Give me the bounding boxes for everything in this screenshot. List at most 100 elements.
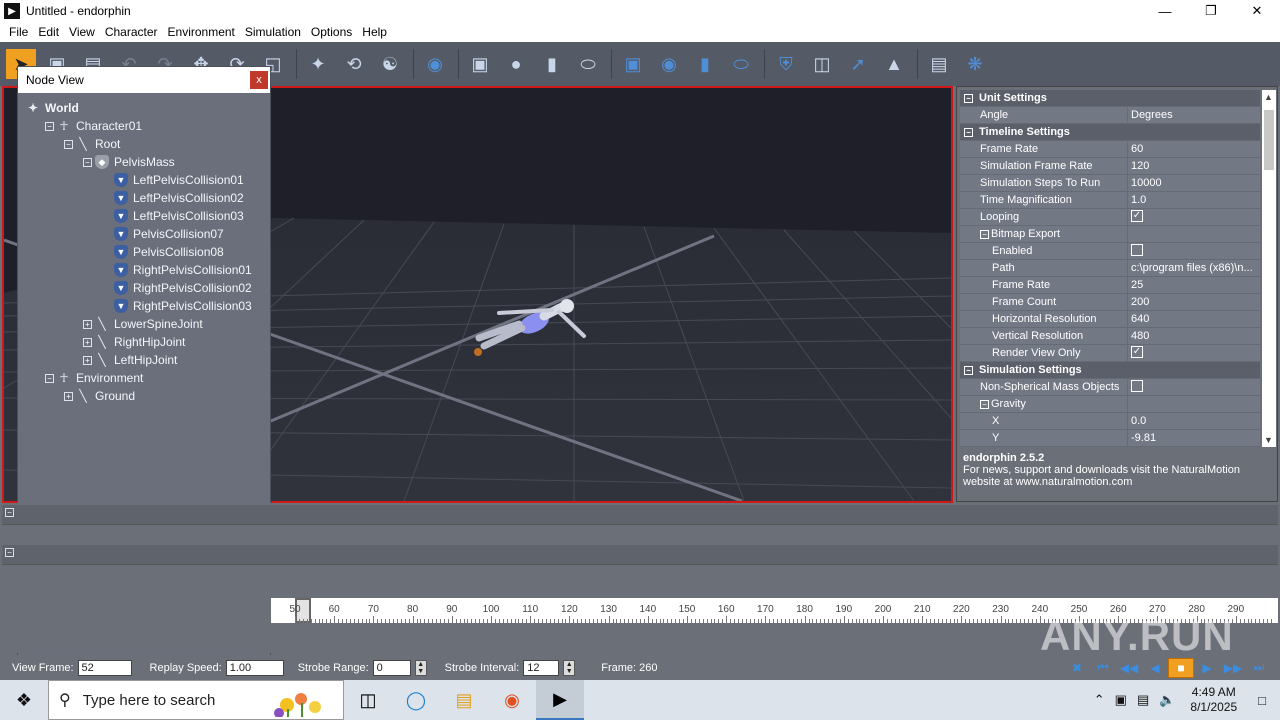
- move-joint-icon[interactable]: ✦: [303, 49, 333, 79]
- node-view-close-button[interactable]: x: [250, 71, 268, 89]
- tree-node[interactable]: ▼ LeftPelvisCollision02: [18, 189, 270, 207]
- property-row[interactable]: Non-Spherical Mass Objects: [960, 379, 1260, 396]
- collision-cylinder-icon[interactable]: ▮: [690, 49, 720, 79]
- property-value[interactable]: ✓: [1128, 209, 1260, 225]
- timeline-track-row[interactable]: −: [2, 505, 1278, 525]
- property-value[interactable]: 200: [1128, 294, 1260, 310]
- windows-start-icon[interactable]: ❖: [0, 680, 48, 720]
- property-row[interactable]: Horizontal Resolution 640: [960, 311, 1260, 328]
- tree-expander[interactable]: −: [64, 139, 73, 149]
- property-row[interactable]: Frame Rate 25: [960, 277, 1260, 294]
- collision-sphere-icon[interactable]: ◉: [654, 49, 684, 79]
- menu-file[interactable]: File: [4, 22, 33, 42]
- tree-node[interactable]: − ◆ PelvisMass: [18, 153, 270, 171]
- category-collapse-icon[interactable]: −: [964, 94, 973, 103]
- tree-node[interactable]: ▼ RightPelvisCollision03: [18, 297, 270, 315]
- property-row[interactable]: Enabled: [960, 243, 1260, 260]
- timeline-track-row[interactable]: −: [2, 545, 1278, 565]
- tree-expander[interactable]: +: [83, 337, 92, 347]
- tree-expander[interactable]: −: [45, 373, 54, 383]
- property-value[interactable]: 480: [1128, 328, 1260, 344]
- task-view-icon[interactable]: ◫: [344, 680, 392, 720]
- tree-node[interactable]: ▼ PelvisCollision08: [18, 243, 270, 261]
- property-checkbox[interactable]: [1131, 244, 1143, 257]
- taskbar-search-box[interactable]: ⚲ Type here to search: [48, 680, 344, 720]
- property-value[interactable]: 60: [1128, 141, 1260, 157]
- minimize-button[interactable]: —: [1142, 0, 1188, 22]
- strobe-range-field[interactable]: 0: [372, 659, 411, 676]
- category-collapse-icon[interactable]: −: [980, 230, 989, 239]
- strobe-range-spinner[interactable]: ▲ ▼: [414, 659, 427, 676]
- maximize-button[interactable]: ❐: [1188, 0, 1234, 22]
- network-icon[interactable]: ▤: [1137, 692, 1149, 708]
- pin-icon[interactable]: ➚: [843, 49, 873, 79]
- shield-icon[interactable]: ⛨: [771, 49, 801, 79]
- property-value[interactable]: 640: [1128, 311, 1260, 327]
- property-row[interactable]: Time Magnification 1.0: [960, 192, 1260, 209]
- tree-node[interactable]: ▼ LeftPelvisCollision03: [18, 207, 270, 225]
- property-row[interactable]: Path c:\program files (x86)\n...: [960, 260, 1260, 277]
- chevron-up-icon[interactable]: ⌃: [1094, 692, 1105, 708]
- property-row[interactable]: − Gravity: [960, 396, 1260, 413]
- property-row[interactable]: Simulation Steps To Run 10000: [960, 175, 1260, 192]
- property-category[interactable]: − Unit Settings: [960, 90, 1260, 107]
- volume-icon[interactable]: 🔈: [1159, 692, 1175, 708]
- tree-node[interactable]: + ╲ LeftHipJoint: [18, 351, 270, 369]
- property-value[interactable]: 1.0: [1128, 192, 1260, 208]
- tree-expander[interactable]: +: [64, 391, 73, 401]
- tree-node[interactable]: + ╲ RightHipJoint: [18, 333, 270, 351]
- property-row[interactable]: Angle Degrees: [960, 107, 1260, 124]
- constraint-icon[interactable]: ▲: [879, 49, 909, 79]
- clock[interactable]: 4:49 AM 8/1/2025: [1190, 685, 1237, 715]
- tree-node[interactable]: − ╲ Root: [18, 135, 270, 153]
- property-category[interactable]: − Timeline Settings: [960, 124, 1260, 141]
- property-value[interactable]: 120: [1128, 158, 1260, 174]
- menu-simulation[interactable]: Simulation: [240, 22, 306, 42]
- tree-node[interactable]: ✦ World: [18, 99, 270, 117]
- collision-box-icon[interactable]: ▣: [618, 49, 648, 79]
- endorphin-taskbar-icon[interactable]: ▶: [536, 680, 584, 720]
- go-to-end-icon[interactable]: ⏭: [1246, 658, 1272, 678]
- property-row[interactable]: Looping ✓: [960, 209, 1260, 226]
- property-value[interactable]: -9.81: [1128, 430, 1260, 446]
- behaviour-icon[interactable]: ❋: [960, 49, 990, 79]
- hardware-icon[interactable]: ▣: [1115, 692, 1127, 708]
- tree-node[interactable]: − ☥ Character01: [18, 117, 270, 135]
- menu-options[interactable]: Options: [306, 22, 357, 42]
- property-value[interactable]: 25: [1128, 277, 1260, 293]
- property-value[interactable]: ✓: [1128, 345, 1260, 361]
- property-row[interactable]: Render View Only ✓: [960, 345, 1260, 362]
- property-category[interactable]: − Simulation Settings: [960, 362, 1260, 379]
- tree-expander[interactable]: −: [45, 121, 54, 131]
- tree-node[interactable]: ▼ RightPelvisCollision02: [18, 279, 270, 297]
- strobe-interval-field[interactable]: 12: [523, 659, 560, 676]
- capsule-icon[interactable]: ⬭: [573, 49, 603, 79]
- file-explorer-icon[interactable]: ▤: [440, 680, 488, 720]
- property-value[interactable]: [1128, 379, 1260, 395]
- close-button[interactable]: ✕: [1234, 0, 1280, 22]
- cylinder-icon[interactable]: ▮: [537, 49, 567, 79]
- tree-expander[interactable]: +: [83, 355, 92, 365]
- property-checkbox[interactable]: [1131, 380, 1143, 393]
- property-value[interactable]: [1128, 243, 1260, 259]
- property-row[interactable]: Y -9.81: [960, 430, 1260, 447]
- menu-view[interactable]: View: [64, 22, 100, 42]
- tree-node[interactable]: + ╲ LowerSpineJoint: [18, 315, 270, 333]
- scrollbar-thumb[interactable]: [1264, 110, 1274, 170]
- strobe-interval-spinner[interactable]: ▲ ▼: [563, 659, 576, 676]
- property-scrollbar[interactable]: ▲ ▼: [1262, 90, 1276, 447]
- replay-speed-field[interactable]: 1.00: [225, 659, 284, 676]
- add-character-icon[interactable]: ☯: [375, 49, 405, 79]
- property-row[interactable]: − Bitmap Export: [960, 226, 1260, 243]
- property-value[interactable]: Degrees: [1128, 107, 1260, 123]
- scroll-up-icon[interactable]: ▲: [1264, 92, 1273, 102]
- property-row[interactable]: Simulation Frame Rate 120: [960, 158, 1260, 175]
- edge-browser-icon[interactable]: ◯: [392, 680, 440, 720]
- property-value[interactable]: 10000: [1128, 175, 1260, 191]
- property-row[interactable]: Frame Count 200: [960, 294, 1260, 311]
- property-row[interactable]: X 0.0: [960, 413, 1260, 430]
- head-icon[interactable]: ◉: [420, 49, 450, 79]
- track-collapse-toggle[interactable]: −: [5, 548, 14, 557]
- property-checkbox[interactable]: ✓: [1131, 346, 1143, 359]
- category-collapse-icon[interactable]: −: [964, 366, 973, 375]
